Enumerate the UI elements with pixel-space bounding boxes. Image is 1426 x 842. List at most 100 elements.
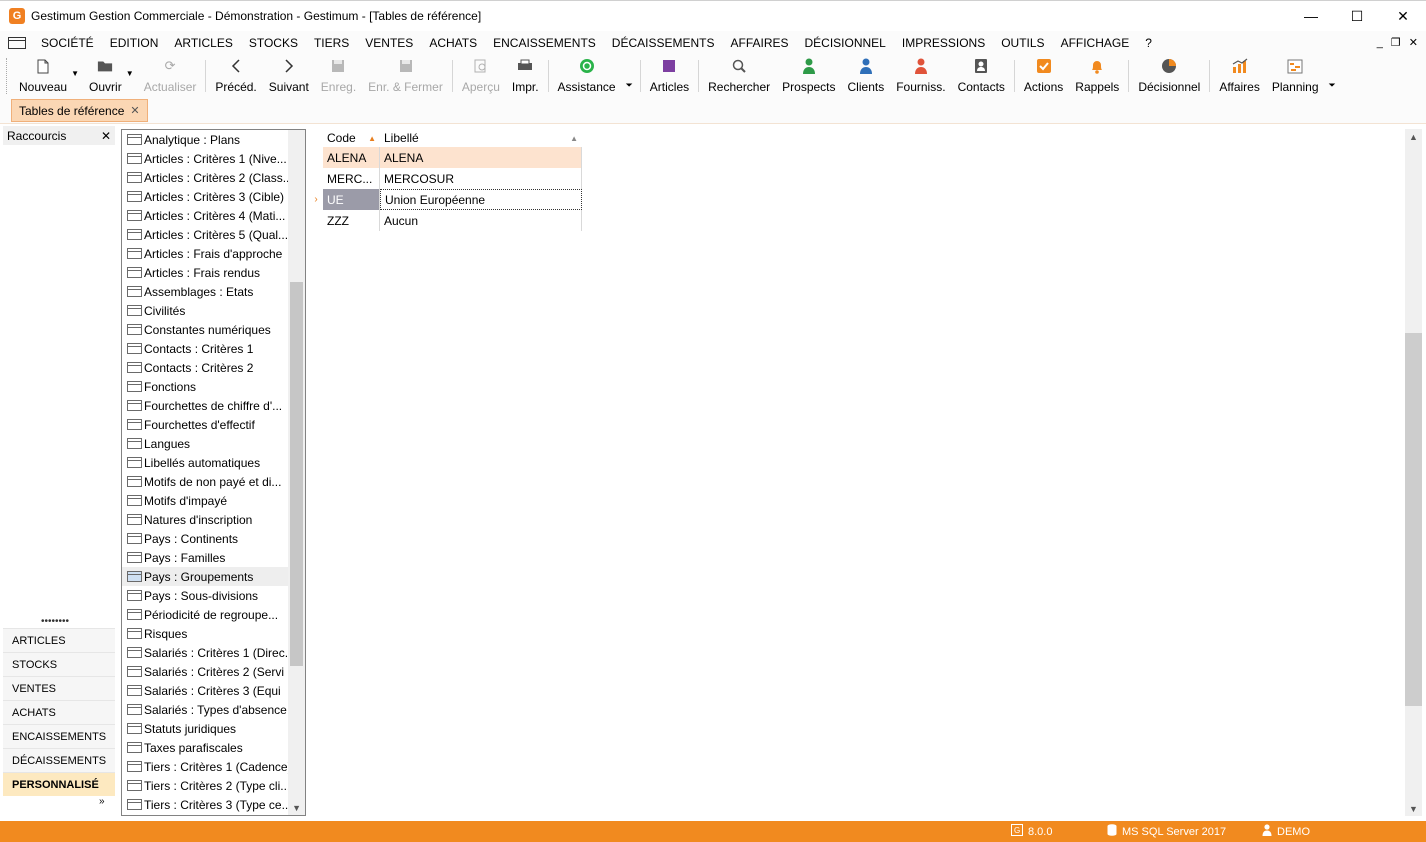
list-item[interactable]: Salariés : Types d'absence: [122, 700, 305, 719]
toolbar-overflow-icon[interactable]: ⏷: [1325, 80, 1340, 91]
list-item[interactable]: Assemblages : Etats: [122, 282, 305, 301]
cell-libelle[interactable]: Union Européenne: [380, 189, 582, 210]
list-item[interactable]: Articles : Critères 4 (Mati...: [122, 206, 305, 225]
list-item[interactable]: Libellés automatiques: [122, 453, 305, 472]
list-item[interactable]: Articles : Frais d'approche: [122, 244, 305, 263]
cell-libelle[interactable]: MERCOSUR: [380, 168, 582, 189]
cell-libelle[interactable]: Aucun: [380, 210, 582, 231]
list-item[interactable]: Fonctions: [122, 377, 305, 396]
imprimer-button[interactable]: Impr.: [506, 55, 545, 97]
affaires-button[interactable]: Affaires: [1213, 55, 1265, 97]
fournisseurs-button[interactable]: Fourniss.: [890, 55, 951, 97]
table-row[interactable]: › UE Union Européenne: [309, 189, 582, 210]
cell-code[interactable]: UE: [323, 189, 380, 210]
menu-tiers[interactable]: TIERS: [306, 31, 357, 55]
nouveau-button[interactable]: Nouveau ▼: [13, 55, 79, 97]
column-header-code[interactable]: Code ▲: [323, 129, 380, 147]
close-panel-icon[interactable]: ✕: [101, 129, 111, 143]
shortcut-stocks[interactable]: STOCKS: [3, 652, 115, 676]
list-item[interactable]: Pays : Familles: [122, 548, 305, 567]
list-item[interactable]: Pays : Sous-divisions: [122, 586, 305, 605]
list-item[interactable]: Articles : Critères 5 (Qual...: [122, 225, 305, 244]
shortcut-ventes[interactable]: VENTES: [3, 676, 115, 700]
decisionnel-button[interactable]: Décisionnel: [1132, 55, 1206, 97]
tab-tables-de-reference[interactable]: Tables de référence ✕: [11, 99, 148, 122]
maximize-button[interactable]: ☐: [1334, 1, 1380, 31]
menu-encaissements[interactable]: ENCAISSEMENTS: [485, 31, 604, 55]
scroll-down-arrow-icon[interactable]: ▼: [1409, 804, 1418, 814]
close-window-button[interactable]: ✕: [1380, 1, 1426, 31]
shortcut-articles[interactable]: ARTICLES: [3, 628, 115, 652]
menu-articles[interactable]: ARTICLES: [166, 31, 240, 55]
mdi-minimize-button[interactable]: _: [1377, 31, 1383, 55]
menu-affaires[interactable]: AFFAIRES: [722, 31, 796, 55]
assistance-button[interactable]: Assistance: [552, 55, 622, 97]
list-item[interactable]: Articles : Critères 2 (Class...: [122, 168, 305, 187]
prospects-button[interactable]: Prospects: [776, 55, 841, 97]
list-item[interactable]: Motifs de non payé et di...: [122, 472, 305, 491]
list-item[interactable]: Articles : Critères 1 (Nive...: [122, 149, 305, 168]
menu-decisionnel[interactable]: DÉCISIONNEL: [797, 31, 894, 55]
list-item[interactable]: Pays : Groupements: [122, 567, 305, 586]
list-item[interactable]: Pays : Continents: [122, 529, 305, 548]
shortcut-personnalise[interactable]: PERSONNALISÉ: [3, 772, 115, 796]
rappels-button[interactable]: Rappels: [1069, 55, 1125, 97]
cell-code[interactable]: ZZZ: [323, 210, 380, 231]
list-item[interactable]: Salariés : Critères 1 (Direc...: [122, 643, 305, 662]
main-scroll-thumb[interactable]: [1405, 333, 1422, 706]
shortcut-encaissements[interactable]: ENCAISSEMENTS: [3, 724, 115, 748]
list-item[interactable]: Motifs d'impayé: [122, 491, 305, 510]
cell-code[interactable]: ALENA: [323, 147, 380, 168]
table-row[interactable]: MERC... MERCOSUR: [309, 168, 582, 189]
menu-outils[interactable]: OUTILS: [993, 31, 1052, 55]
column-header-libelle[interactable]: Libellé ▲: [380, 129, 582, 147]
clients-button[interactable]: Clients: [842, 55, 891, 97]
precedent-button[interactable]: Précéd.: [209, 55, 262, 97]
menu-societe[interactable]: SOCIÉTÉ: [33, 31, 102, 55]
menu-decaissements[interactable]: DÉCAISSEMENTS: [604, 31, 723, 55]
menu-impressions[interactable]: IMPRESSIONS: [894, 31, 993, 55]
menu-edition[interactable]: EDITION: [102, 31, 167, 55]
table-row[interactable]: ZZZ Aucun: [309, 210, 582, 231]
suivant-button[interactable]: Suivant: [263, 55, 315, 97]
scroll-up-arrow-icon[interactable]: ▲: [1409, 132, 1418, 142]
scroll-down-arrow-icon[interactable]: ▼: [292, 803, 301, 813]
toolbar-grip[interactable]: [6, 58, 9, 94]
table-row[interactable]: ALENA ALENA: [309, 147, 582, 168]
list-item[interactable]: Fourchettes d'effectif: [122, 415, 305, 434]
shortcut-decaissements[interactable]: DÉCAISSEMENTS: [3, 748, 115, 772]
ouvrir-button[interactable]: Ouvrir ▼: [83, 55, 134, 97]
list-item[interactable]: Contacts : Critères 2: [122, 358, 305, 377]
more-shortcuts-icon[interactable]: »: [99, 796, 105, 807]
list-item[interactable]: Articles : Critères 3 (Cible): [122, 187, 305, 206]
splitter-handle[interactable]: ••••••••: [41, 616, 69, 627]
list-item[interactable]: Salariés : Critères 3 (Equi: [122, 681, 305, 700]
list-item[interactable]: Tiers : Critères 1 (Cadence): [122, 757, 305, 776]
menu-help[interactable]: ?: [1137, 31, 1160, 55]
minimize-button[interactable]: —: [1288, 1, 1334, 31]
mdi-close-button[interactable]: ✕: [1409, 31, 1418, 55]
contacts-button[interactable]: Contacts: [952, 55, 1011, 97]
list-item[interactable]: Risques: [122, 624, 305, 643]
close-tab-icon[interactable]: ✕: [130, 104, 139, 117]
tree-scrollbar[interactable]: ▼: [288, 130, 305, 815]
window-menu-icon[interactable]: [8, 37, 26, 49]
list-item[interactable]: Tiers : Critères 3 (Type ce...: [122, 795, 305, 814]
actions-button[interactable]: Actions: [1018, 55, 1069, 97]
list-item[interactable]: Périodicité de regroupe...: [122, 605, 305, 624]
list-item[interactable]: Contacts : Critères 1: [122, 339, 305, 358]
menu-affichage[interactable]: AFFICHAGE: [1053, 31, 1138, 55]
menu-ventes[interactable]: VENTES: [357, 31, 421, 55]
list-item[interactable]: Salariés : Critères 2 (Servi: [122, 662, 305, 681]
list-item[interactable]: Fourchettes de chiffre d'...: [122, 396, 305, 415]
enregistrer-button[interactable]: Enreg.: [315, 55, 362, 97]
main-scrollbar[interactable]: ▲ ▼: [1405, 129, 1422, 816]
list-item[interactable]: Tiers : Critères 2 (Type cli...: [122, 776, 305, 795]
tree-scroll-thumb[interactable]: [290, 282, 303, 666]
mdi-restore-button[interactable]: ❐: [1391, 31, 1401, 55]
list-item[interactable]: Analytique : Plans: [122, 130, 305, 149]
apercu-button[interactable]: Aperçu: [456, 55, 506, 97]
list-item[interactable]: Statuts juridiques: [122, 719, 305, 738]
menu-stocks[interactable]: STOCKS: [241, 31, 306, 55]
cell-code[interactable]: MERC...: [323, 168, 380, 189]
